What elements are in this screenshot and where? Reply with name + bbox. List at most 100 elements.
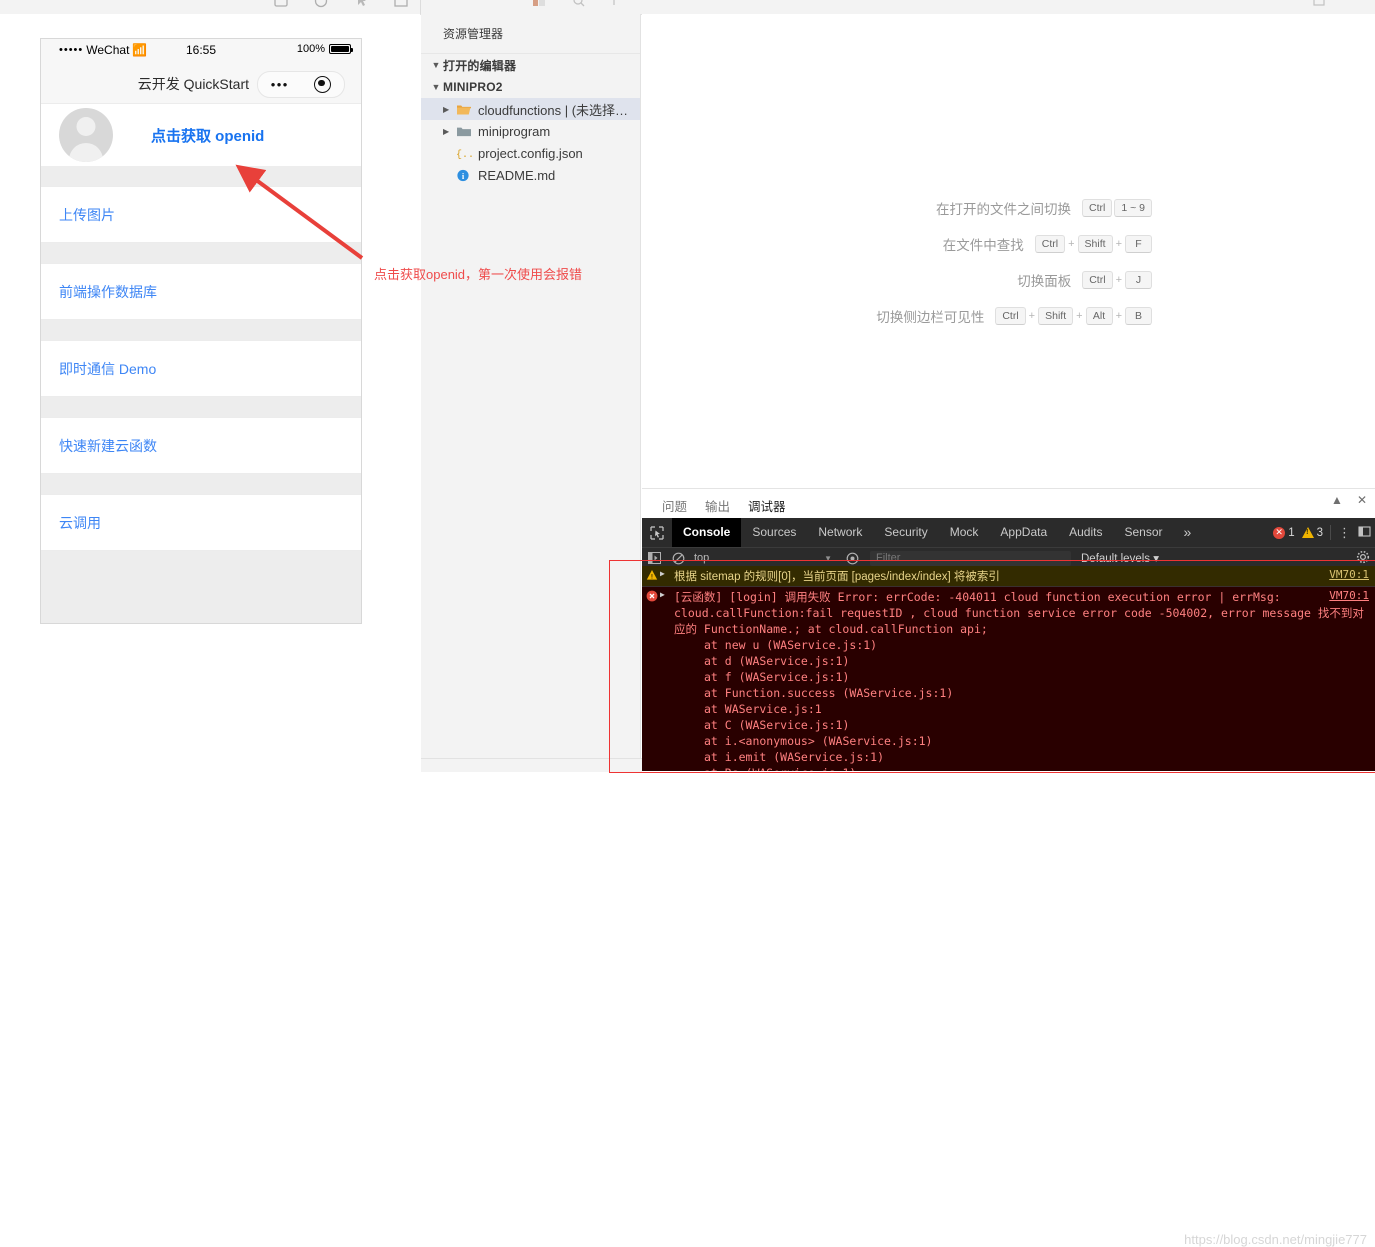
avatar [59,108,113,162]
info-icon: i [456,168,473,182]
chevron-right-icon[interactable]: ▶ [443,127,456,136]
cursor-icon[interactable] [352,0,370,10]
simulator-toggle-icon[interactable] [272,0,290,10]
battery-percent-label: 100% [296,43,325,55]
stack-frame[interactable]: at d (WAService.js:1) [704,653,1375,669]
editor-toggle-icon[interactable] [392,0,410,10]
live-expression-icon[interactable] [840,552,864,565]
tree-section-open-editors[interactable]: ▼ 打开的编辑器 [421,54,640,76]
target-icon[interactable] [314,76,332,93]
dock-position-icon[interactable] [1358,525,1371,541]
plus-separator: + [1115,310,1122,322]
console-log-list[interactable]: ! ▶ 根据 sitemap 的规则[0]，当前页面 [pages/index/… [642,566,1375,771]
shortcut-label: 切换面板 [1017,274,1072,289]
tree-section-project[interactable]: ▼ MINIPRO2 [421,76,640,98]
settings-gear-icon[interactable] [1356,550,1370,567]
tree-item-readme[interactable]: i README.md [421,164,640,186]
list-tail-gap [41,551,361,611]
tree-item-cloudfunctions[interactable]: ▶ cloudfunctions | (未选择环... [421,98,640,120]
log-levels-dropdown[interactable]: Default levels ▾ [1081,551,1159,565]
watermark: https://blog.csdn.net/mingjie777 [1184,1232,1367,1247]
list-item-label: 上传图片 [59,206,115,223]
list-item-im-demo[interactable]: 即时通信 Demo [41,340,361,397]
stack-frame[interactable]: at f (WAService.js:1) [704,669,1375,685]
error-stack: at new u (WAService.js:1) at d (WAServic… [664,637,1375,771]
explorer-panel: 资源管理器 ▼ 打开的编辑器 ▼ MINIPRO2 ▶ cloudfunctio… [421,14,641,771]
console-warning-row[interactable]: ! ▶ 根据 sitemap 的规则[0]，当前页面 [pages/index/… [642,566,1375,587]
tab-console[interactable]: Console [672,518,742,547]
filter-input[interactable]: Filter [870,550,1071,566]
clear-console-icon[interactable] [666,552,690,565]
divider [1330,525,1331,540]
openid-row[interactable]: 点击获取 openid [41,104,361,166]
panel-actions: ▲ ✕ [1331,494,1367,506]
inspect-element-icon[interactable] [642,518,672,547]
svg-text:!: ! [650,572,654,580]
tree-item-label: cloudfunctions | (未选择环... [478,102,638,118]
tab-security[interactable]: Security [873,518,938,547]
top-toolbar-strip [0,0,1375,15]
chevron-down-icon[interactable]: ▼ [429,60,443,70]
collapse-icon[interactable]: ▲ [1331,494,1343,506]
git-branch-icon[interactable] [605,0,623,10]
refresh-icon[interactable] [312,0,330,10]
expand-arrow-icon[interactable]: ▶ [660,590,665,599]
list-item-cloud-call[interactable]: 云调用 [41,494,361,551]
source-link[interactable]: VM70:1 [1329,589,1369,602]
source-link[interactable]: VM70:1 [1329,568,1369,581]
plus-separator: + [1068,238,1075,250]
capsule-button[interactable]: ••• [257,71,345,98]
stack-frame[interactable]: at i.<anonymous> (WAService.js:1) [704,733,1375,749]
stack-frame[interactable]: at new u (WAService.js:1) [704,637,1375,653]
kebab-menu-icon[interactable]: ⋮ [1338,526,1351,539]
tab-problems[interactable]: 问题 [662,496,687,515]
tab-audits[interactable]: Audits [1058,518,1113,547]
list-gap [41,474,361,494]
error-count[interactable]: ✕ 1 [1273,526,1295,539]
shortcut-row-switch-files: 在打开的文件之间切换 Ctrl 1 ~ 9 [876,190,1153,226]
folder-open-icon [456,102,473,116]
tab-sources[interactable]: Sources [741,518,807,547]
kbd-key: Ctrl [1082,199,1113,217]
page-title: 云开发 QuickStart [137,76,249,92]
layout-icon[interactable] [1310,0,1328,10]
tab-output[interactable]: 输出 [705,496,730,515]
close-icon[interactable]: ✕ [1357,494,1367,506]
list-item-upload-image[interactable]: 上传图片 [41,186,361,243]
tree-item-miniprogram[interactable]: ▶ miniprogram [421,120,640,142]
get-openid-link[interactable]: 点击获取 openid [151,125,264,146]
console-error-row[interactable]: ▶ VM70:1 [云函数] [login] 调用失败 Error: errCo… [642,587,1375,771]
tab-appdata[interactable]: AppData [989,518,1058,547]
console-sidebar-icon[interactable] [642,552,666,564]
more-dots-icon[interactable]: ••• [271,78,289,91]
tree-item-project-config[interactable]: {..} project.config.json [421,142,640,164]
expand-arrow-icon[interactable]: ▶ [660,569,665,578]
error-icon: ✕ [1273,526,1286,539]
tab-sensor[interactable]: Sensor [1113,518,1173,547]
list-gap [41,166,361,186]
chevron-down-icon[interactable]: ▼ [429,82,443,92]
tab-mock[interactable]: Mock [939,518,990,547]
list-item-label: 快速新建云函数 [59,437,157,454]
more-tabs-icon[interactable]: » [1174,518,1202,547]
tab-debugger[interactable]: 调试器 [746,496,788,521]
stack-frame[interactable]: at i.emit (WAService.js:1) [704,749,1375,765]
list-item-new-cloud-function[interactable]: 快速新建云函数 [41,417,361,474]
kbd-key: Ctrl [995,307,1026,325]
context-selector[interactable]: top ▼ [690,552,840,564]
navigation-bar: 云开发 QuickStart ••• [41,63,361,104]
stack-frame[interactable]: at Function.success (WAService.js:1) [704,685,1375,701]
search-icon[interactable] [570,0,588,10]
warning-count[interactable]: 3 [1301,527,1323,539]
list-item-frontend-database[interactable]: 前端操作数据库 [41,263,361,320]
stack-frame[interactable]: at C (WAService.js:1) [704,717,1375,733]
explorer-icon[interactable] [530,0,548,10]
stack-frame[interactable]: at WAService.js:1 [704,701,1375,717]
kbd-key: Shift [1038,307,1074,325]
chevron-right-icon[interactable]: ▶ [443,105,456,114]
annotation-text: 点击获取openid，第一次使用会报错 [374,267,583,282]
error-count-label: 1 [1288,526,1295,539]
kbd-key: Alt [1085,307,1113,325]
tab-network[interactable]: Network [807,518,873,547]
stack-frame[interactable]: at Rs (WAService.js:1) [704,765,1375,771]
